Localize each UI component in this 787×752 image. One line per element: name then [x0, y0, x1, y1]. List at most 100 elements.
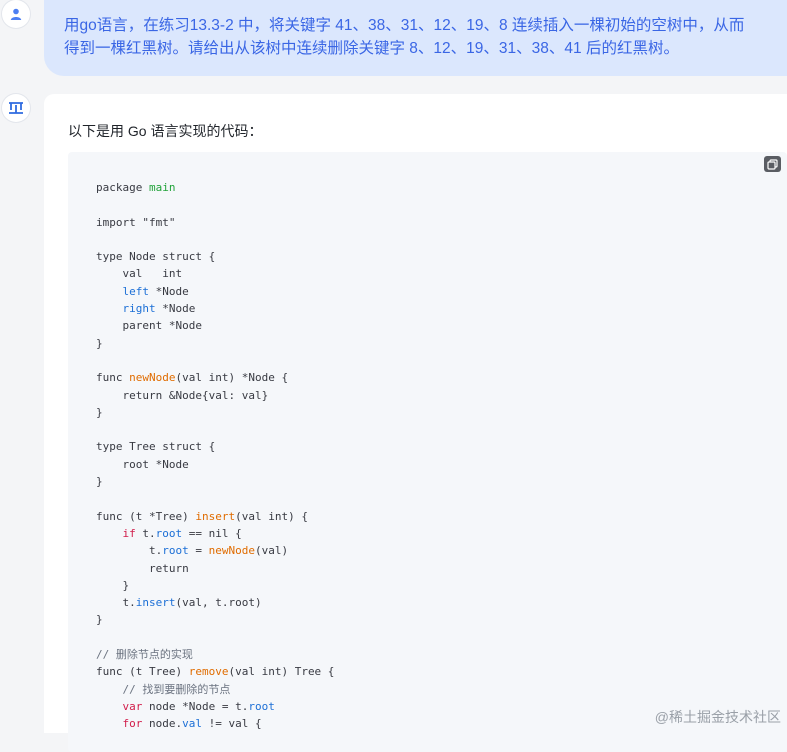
code-line: var node *Node = t.root — [96, 698, 334, 715]
code-token: } — [96, 336, 103, 350]
code-token: (val, t.root) — [175, 596, 262, 610]
code-token: *Node — [149, 284, 189, 298]
code-token: newNode — [208, 544, 255, 558]
code-token: = — [188, 544, 209, 558]
code-token: left — [122, 284, 150, 298]
code-line: parent *Node — [96, 317, 334, 334]
code-line: right *Node — [96, 300, 334, 317]
code-line: for node.val != val { — [96, 715, 334, 732]
code-token: for — [122, 717, 143, 731]
code-token: // 找到要删除的节点 — [122, 682, 231, 696]
code-line: import "fmt" — [96, 214, 334, 231]
code-line: } — [96, 473, 334, 490]
code-line: type Node struct { — [96, 248, 334, 265]
code-line: if t.root == nil { — [96, 525, 334, 542]
code-line: } — [96, 611, 334, 628]
code-token: t. — [96, 596, 136, 610]
code-token: node *Node = t. — [142, 699, 249, 713]
code-token: root — [162, 544, 189, 558]
code-token: type Node struct { — [96, 250, 216, 264]
code-token: } — [96, 613, 103, 627]
code-token: main — [148, 181, 176, 194]
code-block: package main import "fmt" type Node stru… — [68, 152, 787, 752]
code-lines: package main import "fmt" type Node stru… — [96, 179, 334, 733]
code-line: } — [96, 335, 334, 352]
code-line: t.insert(val, t.root) — [96, 594, 334, 611]
code-token: == nil { — [182, 526, 242, 540]
copy-button[interactable] — [764, 156, 781, 172]
ai-avatar — [2, 94, 30, 122]
user-message: 用go语言，在练习13.3-2 中，将关键字 41、38、31、12、19、8 … — [44, 0, 787, 76]
code-token: insert — [135, 596, 176, 610]
code-token: (val int) { — [235, 509, 308, 523]
code-token: parent *Node — [96, 319, 202, 333]
code-line: // 找到要删除的节点 — [96, 681, 334, 698]
code-line: } — [96, 404, 334, 421]
code-token: import — [96, 215, 143, 229]
answer-intro: 以下是用 Go 语言实现的代码： — [68, 123, 263, 139]
code-line: val int — [96, 265, 334, 282]
code-line: return — [96, 560, 334, 577]
code-token: func (t *Tree) — [96, 509, 196, 523]
code-token: val int — [96, 267, 183, 281]
site-watermark: @稀土掘金技术社区 — [654, 709, 781, 725]
code-token: right — [122, 302, 156, 316]
code-line: func (t Tree) remove(val int) Tree { — [96, 663, 334, 680]
code-token: root — [248, 699, 275, 713]
code-line: type Tree struct { — [96, 438, 334, 455]
code-token: *Node — [155, 302, 196, 316]
code-token: } — [96, 578, 130, 592]
code-token: func (t Tree) — [96, 665, 189, 679]
code-line: left *Node — [96, 283, 334, 300]
code-line: func newNode(val int) *Node { — [96, 369, 334, 386]
code-token: newNode — [129, 371, 176, 385]
code-token: root *Node — [96, 457, 189, 471]
code-token: insert — [195, 509, 236, 523]
ai-logo-icon — [9, 102, 23, 114]
code-token: package — [96, 181, 149, 194]
code-token: t. — [135, 526, 156, 540]
code-line: t.root = newNode(val) — [96, 542, 334, 559]
code-token: (val int) *Node { — [175, 371, 289, 385]
copy-icon — [767, 158, 778, 170]
code-token: type Tree struct { — [96, 440, 216, 454]
code-token: (val int) Tree { — [228, 665, 335, 679]
code-token: func — [96, 371, 130, 385]
code-token: root — [155, 526, 183, 540]
code-line: } — [96, 577, 334, 594]
code-token: node. — [142, 717, 183, 731]
code-token: return &Node{val: val} — [96, 388, 269, 402]
code-token: var — [122, 699, 143, 713]
code-token: != val { — [202, 717, 262, 731]
user-icon — [10, 8, 22, 20]
code-token: t. — [96, 544, 163, 558]
code-token: val — [182, 717, 202, 731]
code-line: return &Node{val: val} — [96, 387, 334, 404]
user-message-line-1: 用go语言，在练习13.3-2 中，将关键字 41、38、31、12、19、8 … — [64, 17, 745, 34]
user-avatar — [2, 0, 30, 28]
code-token: } — [96, 405, 103, 419]
answer-panel: 以下是用 Go 语言实现的代码： package main import "fm… — [44, 94, 787, 752]
code-line: // 删除节点的实现 — [96, 646, 334, 663]
user-message-line-2: 得到一棵红黑树。请给出从该树中连续删除关键字 8、12、19、31、38、41 … — [64, 40, 679, 57]
code-token: if — [122, 526, 136, 540]
code-token: (val) — [254, 544, 289, 558]
code-token: "fmt" — [142, 215, 176, 229]
code-line: func (t *Tree) insert(val int) { — [96, 508, 334, 525]
code-token: return — [96, 561, 189, 575]
code-token: // 删除节点的实现 — [96, 648, 193, 662]
code-line: package main — [96, 179, 334, 196]
code-token: } — [96, 475, 103, 489]
